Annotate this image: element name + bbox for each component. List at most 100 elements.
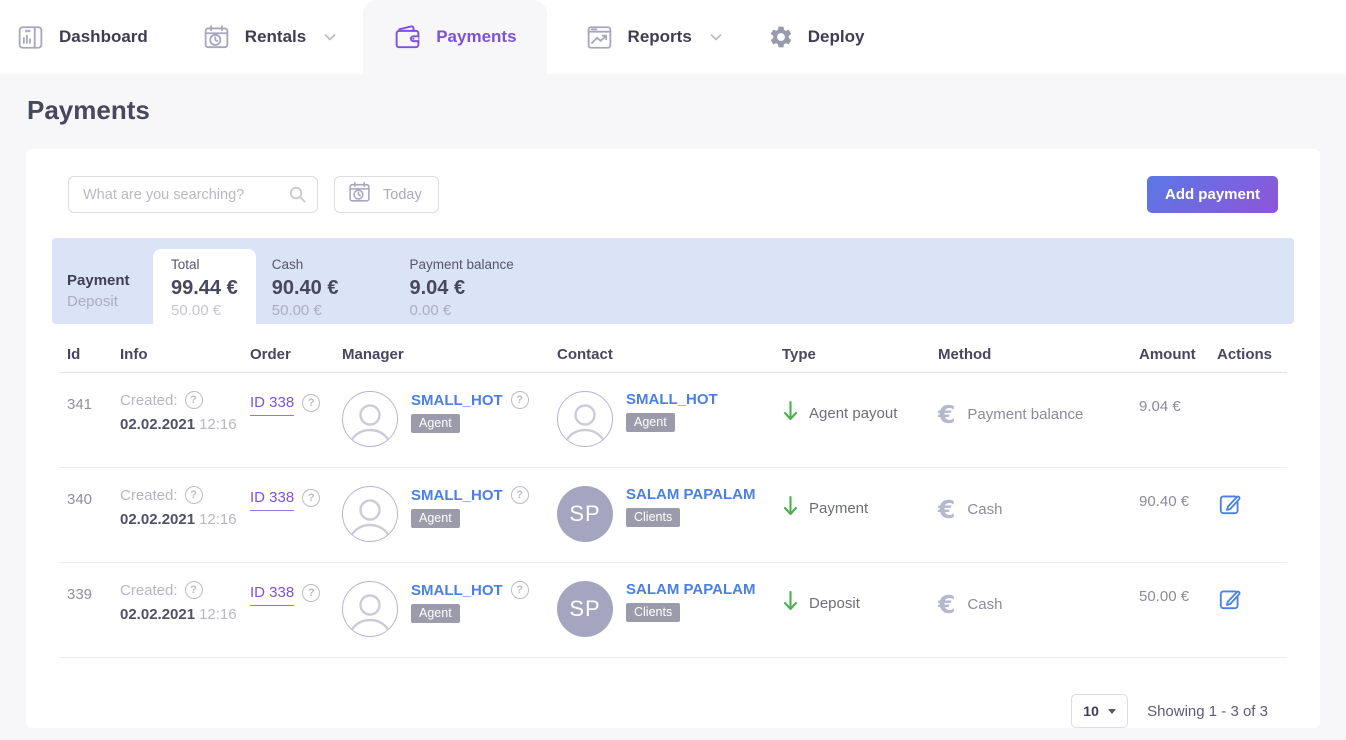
created-date: 02.02.2021: [120, 416, 196, 433]
row-manager: SMALL_HOT ? Agent: [342, 486, 557, 544]
question-icon[interactable]: ?: [184, 581, 203, 599]
type-label: Agent payout: [809, 404, 898, 422]
summary-col-total[interactable]: Total 99.44 € 50.00 €: [153, 249, 256, 324]
role-badge: Agent: [411, 414, 460, 433]
row-info: Created: ? 02.02.2021 12:16: [120, 486, 250, 544]
created-label: Created:: [120, 581, 178, 599]
calendar-icon: [202, 23, 231, 52]
summary-cash-label: Cash: [271, 257, 304, 272]
order-link[interactable]: ID 338: [250, 489, 295, 511]
row-contact: SMALL_HOT Agent: [557, 391, 782, 449]
nav-label-rentals: Rentals: [244, 27, 307, 46]
nav-label-reports: Reports: [627, 27, 692, 46]
order-link[interactable]: ID 338: [250, 394, 295, 416]
row-method: € Payment balance: [938, 391, 1139, 431]
avatar[interactable]: SP: [557, 486, 613, 542]
date-filter[interactable]: Today: [334, 176, 439, 213]
row-manager: SMALL_HOT ? Agent: [342, 581, 557, 639]
col-header-amount: Amount: [1139, 345, 1196, 363]
question-icon[interactable]: ?: [510, 391, 529, 409]
search-input[interactable]: [68, 176, 318, 213]
page-size-select[interactable]: 10: [1071, 694, 1129, 728]
top-nav: Dashboard Rentals Payments Reports Deplo…: [0, 0, 1346, 74]
row-amount: 9.04 €: [1139, 398, 1181, 415]
col-header-contact: Contact: [557, 345, 613, 363]
row-contact: SP SALAM PAPALAM Clients: [557, 581, 782, 639]
avatar[interactable]: [342, 391, 398, 447]
table-row: 341 Created: ? 02.02.2021 12:16 ID 338 ? …: [59, 373, 1287, 468]
order-link[interactable]: ID 338: [250, 584, 295, 606]
row-type: Payment: [782, 486, 938, 524]
row-method: € Cash: [938, 486, 1139, 526]
row-id: 340: [67, 491, 93, 508]
created-time: 12:16: [199, 511, 237, 528]
table-header: Id Info Order Manager Contact Type Metho…: [59, 336, 1287, 373]
nav-item-dashboard[interactable]: Dashboard: [16, 0, 148, 74]
manager-link[interactable]: SMALL_HOT: [411, 392, 503, 409]
question-icon[interactable]: ?: [302, 394, 321, 412]
col-header-id: Id: [67, 345, 81, 363]
showing-label: Showing 1 - 3 of 3: [1147, 702, 1268, 720]
row-id: 339: [67, 586, 93, 603]
avatar[interactable]: SP: [557, 581, 613, 637]
table-row: 339 Created: ? 02.02.2021 12:16 ID 338 ? …: [59, 563, 1287, 658]
row-id: 341: [67, 396, 93, 413]
col-header-info: Info: [120, 345, 148, 363]
arrow-down-icon: [782, 399, 799, 427]
manager-link[interactable]: SMALL_HOT: [411, 582, 503, 599]
summary-balance-label: Payment balance: [409, 257, 514, 272]
question-icon[interactable]: ?: [184, 486, 203, 504]
summary-label-deposit: Deposit: [67, 293, 118, 311]
created-date: 02.02.2021: [120, 511, 196, 528]
question-icon[interactable]: ?: [302, 489, 321, 507]
dashboard-icon: [16, 23, 45, 52]
row-type: Agent payout: [782, 391, 938, 429]
payments-card: Today Add payment Payment Deposit Total …: [26, 149, 1320, 728]
question-icon[interactable]: ?: [510, 581, 529, 599]
avatar[interactable]: [342, 581, 398, 637]
summary-col-cash[interactable]: Cash 90.40 € 50.00 €: [272, 238, 339, 324]
nav-item-deploy[interactable]: Deploy: [768, 0, 865, 74]
row-method: € Cash: [938, 581, 1139, 621]
nav-item-reports[interactable]: Reports: [585, 0, 724, 74]
euro-icon: €: [938, 589, 956, 619]
row-manager: SMALL_HOT ? Agent: [342, 391, 557, 449]
contact-link[interactable]: SALAM PAPALAM: [626, 486, 755, 503]
row-amount: 50.00 €: [1139, 588, 1190, 605]
nav-label-deploy: Deploy: [807, 27, 865, 46]
summary-cash-deposit: 50.00 €: [271, 302, 322, 319]
chevron-down-icon: [708, 29, 724, 45]
summary-total-label: Total: [171, 257, 200, 272]
caret-down-icon: [1107, 708, 1116, 714]
created-label: Created:: [120, 391, 178, 409]
summary-balance-deposit: 0.00 €: [409, 302, 452, 319]
created-date: 02.02.2021: [120, 606, 196, 623]
method-label: Cash: [967, 500, 1003, 518]
type-label: Deposit: [809, 594, 860, 612]
nav-item-payments[interactable]: Payments: [363, 0, 547, 74]
edit-button[interactable]: [1217, 491, 1243, 520]
pagination: 10 Showing 1 - 3 of 3: [26, 694, 1268, 728]
avatar[interactable]: [557, 391, 613, 447]
question-icon[interactable]: ?: [302, 584, 321, 602]
arrow-down-icon: [782, 589, 799, 617]
contact-link[interactable]: SALAM PAPALAM: [626, 581, 755, 598]
summary-col-balance[interactable]: Payment balance 9.04 € 0.00 €: [409, 238, 513, 324]
question-icon[interactable]: ?: [184, 391, 203, 409]
role-badge: Clients: [626, 603, 681, 622]
toolbar: Today Add payment: [68, 176, 1278, 213]
row-order: ID 338 ?: [250, 486, 342, 544]
nav-item-rentals[interactable]: Rentals: [202, 0, 338, 74]
question-icon[interactable]: ?: [510, 486, 529, 504]
col-header-method: Method: [938, 345, 992, 363]
row-actions: [1217, 581, 1287, 639]
row-order: ID 338 ?: [250, 581, 342, 639]
method-label: Payment balance: [967, 405, 1084, 423]
edit-button[interactable]: [1217, 586, 1243, 615]
contact-link[interactable]: SMALL_HOT: [626, 391, 718, 408]
avatar[interactable]: [342, 486, 398, 542]
manager-link[interactable]: SMALL_HOT: [411, 487, 503, 504]
row-actions: [1217, 486, 1287, 544]
summary-total-deposit: 50.00 €: [171, 302, 222, 319]
add-payment-button[interactable]: Add payment: [1146, 176, 1278, 213]
